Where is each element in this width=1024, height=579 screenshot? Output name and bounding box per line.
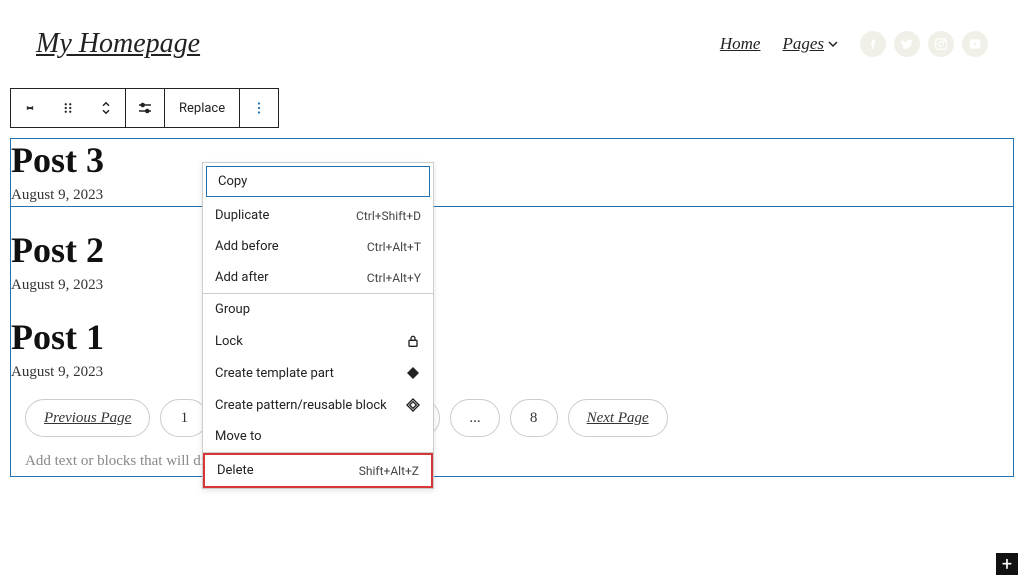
- post-date: August 9, 2023: [11, 187, 1013, 204]
- menu-duplicate[interactable]: Duplicate Ctrl+Shift+D: [203, 200, 433, 231]
- menu-duplicate-shortcut: Ctrl+Shift+D: [356, 209, 421, 223]
- diamond-outline-icon: [405, 397, 421, 413]
- pagination: Previous Page 1 2 3 4 5 ... 8 Next Page: [11, 381, 1013, 447]
- menu-add-before-shortcut: Ctrl+Alt+T: [367, 240, 421, 254]
- block-context-menu: Copy Duplicate Ctrl+Shift+D Add before C…: [202, 162, 434, 489]
- nav-links: Home Pages: [720, 34, 838, 54]
- menu-add-after[interactable]: Add after Ctrl+Alt+Y: [203, 262, 433, 293]
- nav-area: Home Pages: [720, 31, 988, 57]
- block-toolbar: Replace: [10, 88, 279, 128]
- chevron-down-icon: [828, 39, 838, 49]
- menu-delete-section: Delete Shift+Alt+Z: [203, 453, 433, 488]
- menu-create-template[interactable]: Create template part: [203, 357, 433, 389]
- lock-icon: [405, 333, 421, 349]
- prev-page-button[interactable]: Previous Page: [25, 399, 150, 437]
- menu-add-before[interactable]: Add before Ctrl+Alt+T: [203, 231, 433, 262]
- query-block[interactable]: Post 3 August 9, 2023 Post 2 August 9, 2…: [10, 138, 1014, 477]
- more-options-button[interactable]: [240, 89, 278, 127]
- menu-create-template-label: Create template part: [215, 366, 334, 381]
- post-date: August 9, 2023: [11, 277, 1013, 294]
- menu-group[interactable]: Group: [203, 294, 433, 325]
- menu-add-before-label: Add before: [215, 239, 279, 254]
- menu-copy[interactable]: Copy: [206, 166, 430, 197]
- next-page-button[interactable]: Next Page: [568, 399, 668, 437]
- menu-create-pattern-label: Create pattern/reusable block: [215, 398, 387, 413]
- site-header: My Homepage Home Pages: [0, 0, 1024, 88]
- settings-button[interactable]: [126, 89, 164, 127]
- no-results-placeholder[interactable]: Add text or blocks that will display whe…: [11, 447, 1013, 476]
- social-icons: [860, 31, 988, 57]
- more-vertical-icon: [250, 99, 268, 117]
- post-title[interactable]: Post 2: [11, 229, 1013, 271]
- selected-post-block[interactable]: Post 3 August 9, 2023: [11, 139, 1013, 207]
- twitter-icon[interactable]: [894, 31, 920, 57]
- add-block-button[interactable]: +: [996, 553, 1018, 575]
- youtube-icon[interactable]: [962, 31, 988, 57]
- menu-copy-label: Copy: [218, 174, 247, 189]
- move-updown-icon: [97, 99, 115, 117]
- menu-lock-label: Lock: [215, 334, 243, 349]
- post-date: August 9, 2023: [11, 364, 1013, 381]
- menu-lock[interactable]: Lock: [203, 325, 433, 357]
- instagram-icon[interactable]: [928, 31, 954, 57]
- menu-add-after-label: Add after: [215, 270, 269, 285]
- move-button[interactable]: [87, 89, 125, 127]
- page-8-button[interactable]: 8: [510, 399, 558, 437]
- post-title[interactable]: Post 3: [11, 139, 1013, 181]
- nav-pages: Pages: [782, 34, 824, 54]
- post-title[interactable]: Post 1: [11, 316, 1013, 358]
- diamond-filled-icon: [405, 365, 421, 381]
- menu-move-to[interactable]: Move to: [203, 421, 433, 452]
- post-block[interactable]: Post 1 August 9, 2023: [11, 316, 1013, 381]
- drag-handle-button[interactable]: [49, 89, 87, 127]
- page-ellipsis: ...: [450, 399, 499, 437]
- menu-group-label: Group: [215, 302, 250, 317]
- menu-duplicate-label: Duplicate: [215, 208, 269, 223]
- post-block[interactable]: Post 2 August 9, 2023: [11, 229, 1013, 294]
- nav-home[interactable]: Home: [720, 34, 761, 54]
- menu-delete-shortcut: Shift+Alt+Z: [359, 464, 419, 478]
- sliders-icon: [136, 99, 154, 117]
- block-type-button[interactable]: [11, 89, 49, 127]
- nav-pages-wrap[interactable]: Pages: [782, 34, 838, 54]
- drag-icon: [59, 99, 77, 117]
- menu-move-to-label: Move to: [215, 429, 262, 444]
- menu-add-after-shortcut: Ctrl+Alt+Y: [367, 271, 421, 285]
- plus-icon: +: [1002, 554, 1012, 575]
- menu-create-pattern[interactable]: Create pattern/reusable block: [203, 389, 433, 421]
- replace-button[interactable]: Replace: [165, 91, 239, 126]
- facebook-icon[interactable]: [860, 31, 886, 57]
- menu-delete-label: Delete: [217, 463, 254, 478]
- menu-delete[interactable]: Delete Shift+Alt+Z: [205, 455, 431, 486]
- site-title[interactable]: My Homepage: [36, 28, 200, 60]
- loop-icon: [21, 99, 39, 117]
